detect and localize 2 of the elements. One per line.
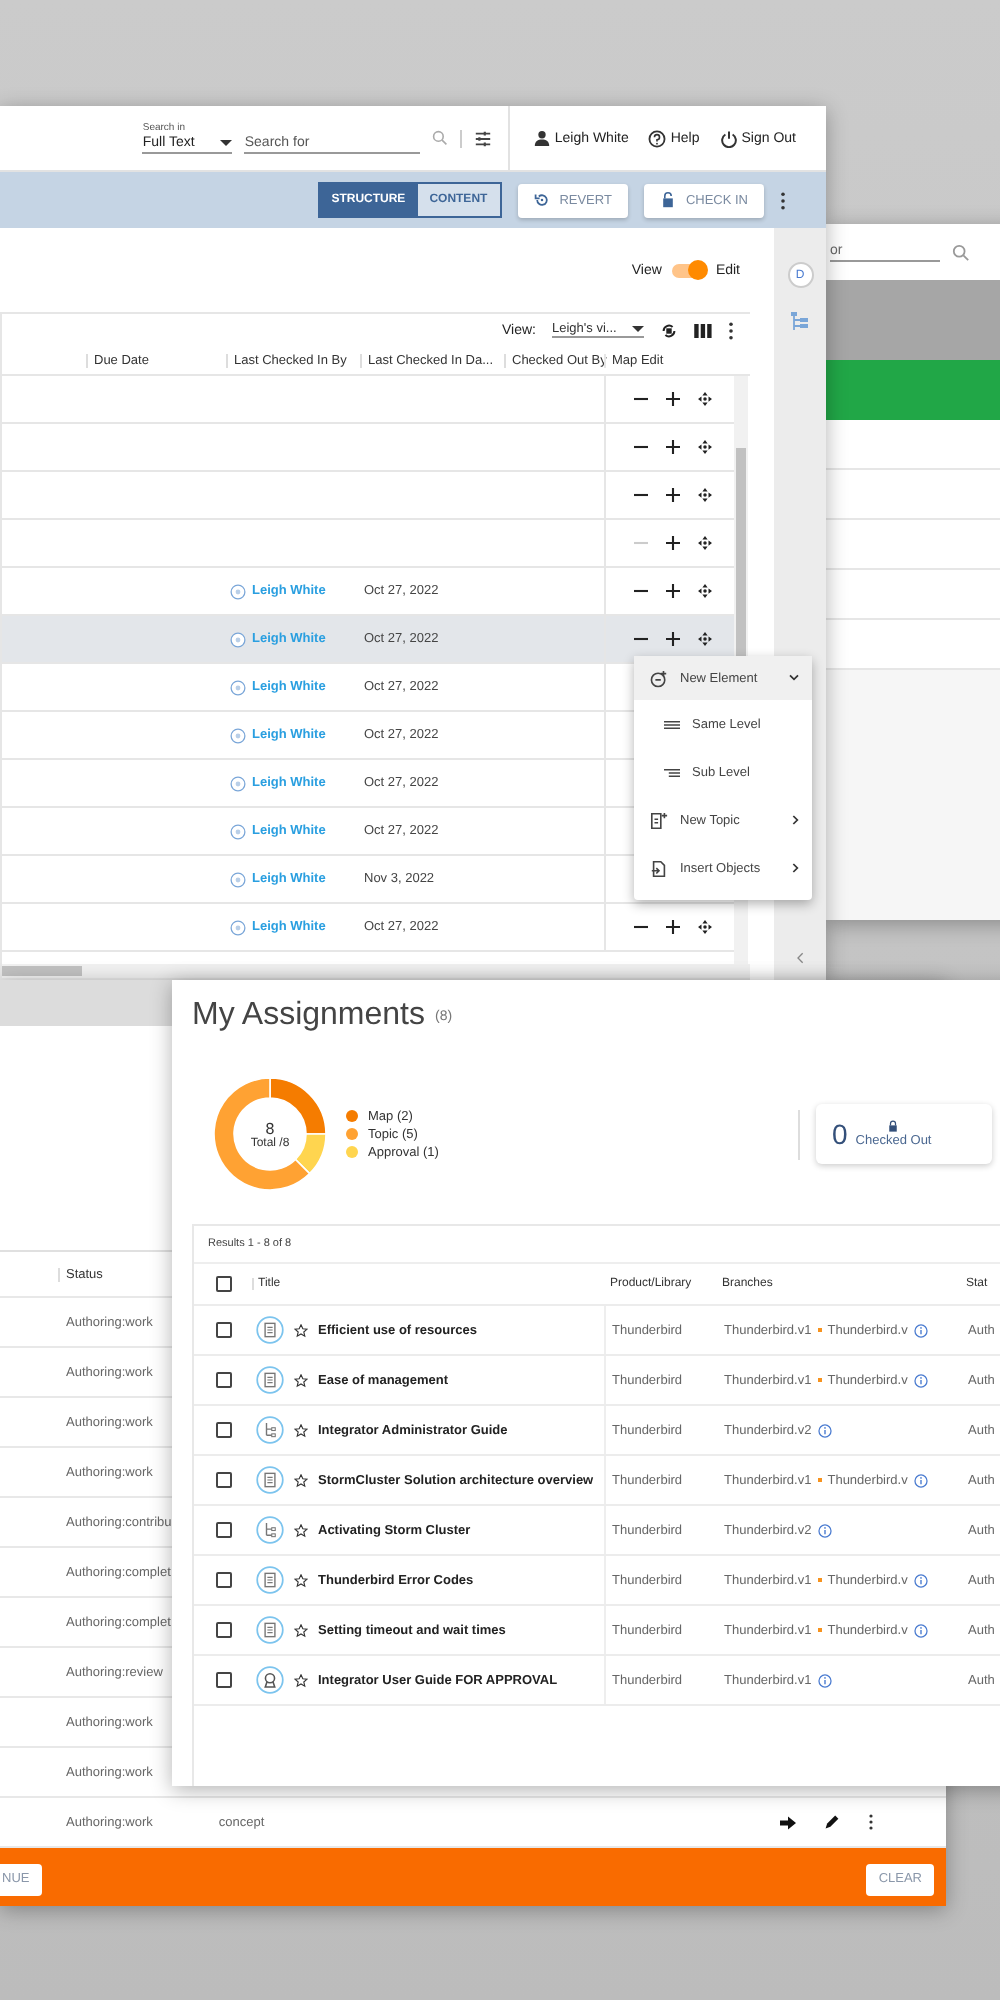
total-count: 8: [265, 1119, 275, 1137]
page-title: My Assignments: [192, 998, 425, 1034]
